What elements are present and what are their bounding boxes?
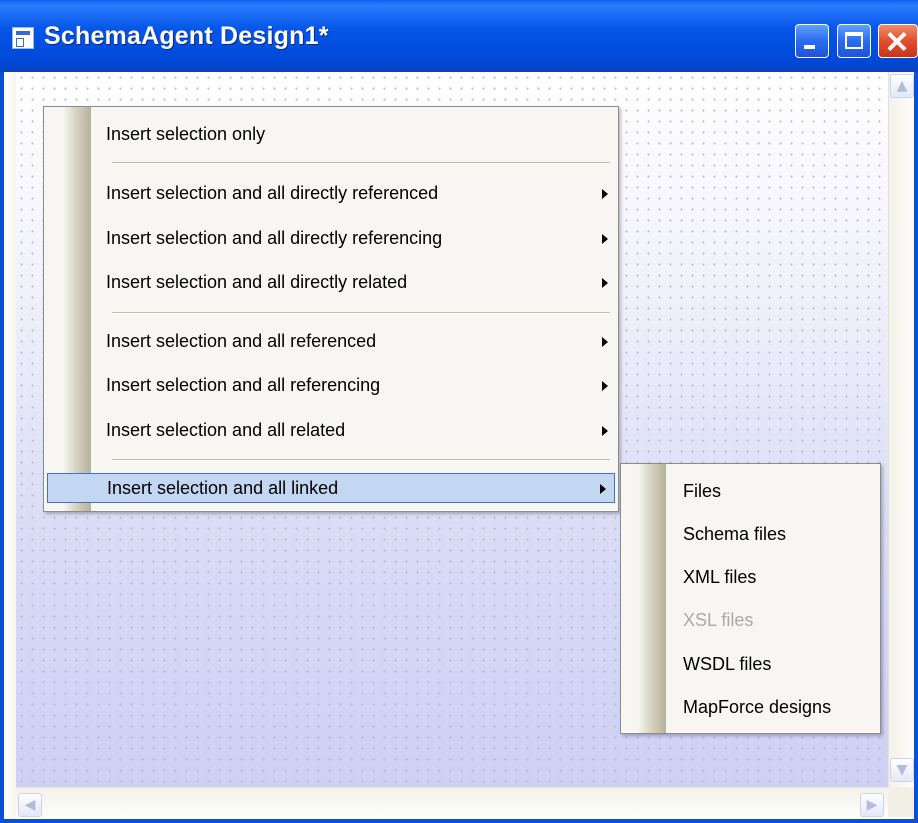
menu-item-label: Insert selection and all related	[106, 420, 346, 440]
menu-item-label: Insert selection only	[106, 124, 266, 144]
horizontal-scrollbar[interactable]	[16, 787, 888, 817]
vertical-scrollbar[interactable]: ▲ ▼	[888, 72, 914, 787]
menu-gutter	[639, 464, 666, 733]
menu-item-label: Insert selection and all directly refere…	[106, 228, 443, 248]
submenu-arrow-icon	[600, 484, 606, 494]
menu-item-label: MapForce designs	[683, 697, 832, 717]
scrollbar-corner	[888, 787, 914, 817]
scroll-right-button[interactable]: ▶	[860, 793, 884, 817]
schema-design-icon[interactable]	[12, 27, 34, 49]
application-window: SchemaAgent Design1* ▲ ▼ ◀ ▶ Insert sele…	[0, 0, 918, 823]
menu-item-label: Files	[683, 481, 722, 501]
menu-separator	[112, 312, 610, 314]
menu-item-label: Insert selection and all referencing	[106, 375, 381, 395]
maximize-button[interactable]	[837, 24, 871, 58]
minimize-button[interactable]	[795, 24, 829, 58]
menu-separator	[112, 459, 610, 461]
menu-item-label: Schema files	[683, 524, 787, 544]
submenu-arrow-icon	[602, 189, 608, 199]
menu-item-label: Insert selection and all referenced	[106, 331, 377, 351]
menu-separator	[112, 162, 610, 164]
menu-item-label: XML files	[683, 567, 757, 587]
submenu-arrow-icon	[602, 278, 608, 288]
menu-item-label: Insert selection and all directly refere…	[106, 183, 439, 203]
submenu-arrow-icon	[602, 426, 608, 436]
submenu-arrow-icon	[602, 234, 608, 244]
scroll-down-button[interactable]: ▼	[890, 758, 914, 782]
submenu-arrow-icon	[602, 337, 608, 347]
menu-item-label: Insert selection and all linked	[107, 478, 339, 498]
left-margin	[4, 72, 16, 819]
window-title: SchemaAgent Design1*	[44, 22, 329, 50]
menu-item-linked[interactable]: Insert selection and all linked	[47, 473, 615, 503]
menu-gutter	[64, 107, 91, 511]
scroll-left-button[interactable]: ◀	[18, 793, 42, 817]
close-button[interactable]	[878, 24, 918, 58]
submenu-arrow-icon	[602, 381, 608, 391]
linked-submenu: Files Schema files XML files XSL files W…	[620, 463, 881, 734]
menu-item-label: Insert selection and all directly relate…	[106, 272, 408, 292]
context-menu: Insert selection only Insert selection a…	[43, 106, 619, 512]
menu-item-label: XSL files	[683, 610, 754, 630]
scroll-up-button[interactable]: ▲	[890, 74, 914, 98]
menu-item-label: WSDL files	[683, 654, 772, 674]
title-bar[interactable]: SchemaAgent Design1*	[0, 0, 918, 72]
